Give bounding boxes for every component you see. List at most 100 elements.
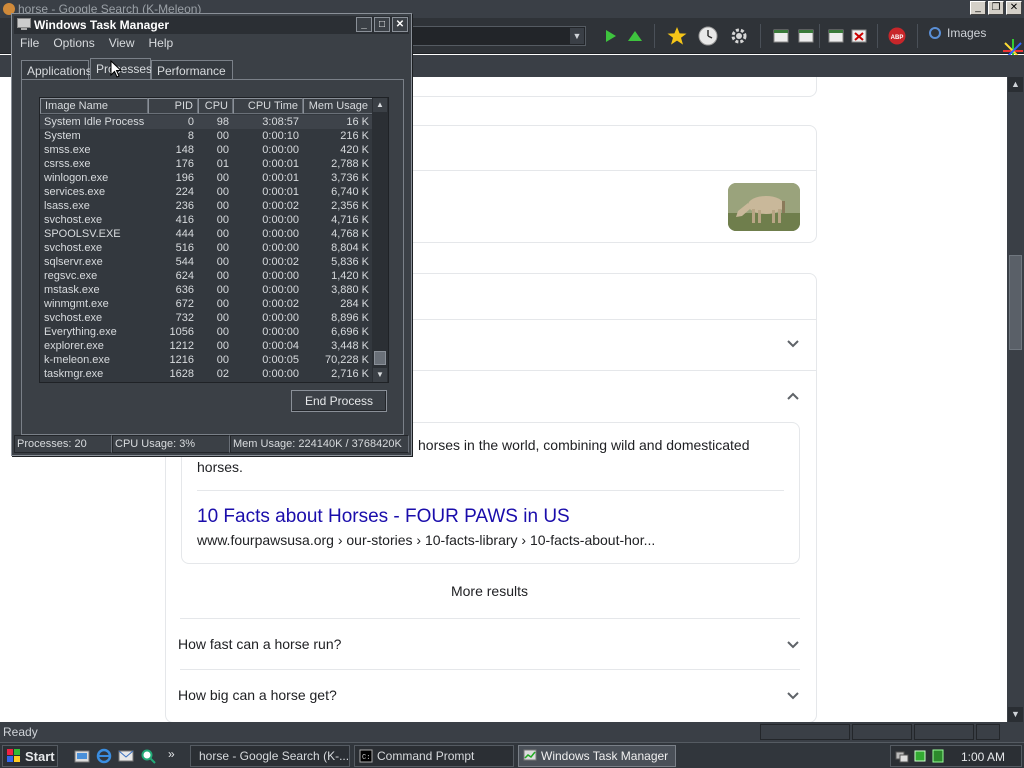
history-button[interactable]: [696, 24, 720, 48]
new-window-button[interactable]: [824, 24, 848, 48]
process-row[interactable]: explorer.exe 1212 00 0:00:04 3,448 K: [40, 339, 373, 353]
end-process-button[interactable]: End Process: [291, 390, 387, 412]
scroll-thumb[interactable]: [1009, 255, 1022, 350]
window-button-2[interactable]: [794, 24, 818, 48]
network-icon[interactable]: [895, 749, 909, 763]
tm-statusbar: Processes: 20 CPU Usage: 3% Mem Usage: 2…: [14, 435, 409, 453]
tm-maximize-button[interactable]: □: [374, 17, 390, 32]
quick-launch-more[interactable]: »: [168, 747, 175, 761]
browser-statusbar: Ready: [0, 722, 1024, 742]
process-mem-usage: 2,356 K: [331, 200, 369, 212]
scroll-down-icon[interactable]: ▼: [373, 368, 387, 382]
process-row[interactable]: taskmgr.exe 1628 02 0:00:00 2,716 K: [40, 367, 373, 381]
task-manager-window: Windows Task Manager _ □ ✕ File Options …: [11, 13, 412, 456]
close-button[interactable]: ✕: [1006, 1, 1022, 15]
scroll-up-icon[interactable]: ▲: [373, 98, 387, 112]
page-scrollbar[interactable]: ▲ ▼: [1007, 77, 1024, 722]
result-title-link[interactable]: 10 Facts about Horses - FOUR PAWS in US: [197, 506, 570, 528]
process-row[interactable]: System 8 00 0:00:10 216 K: [40, 129, 373, 143]
process-row[interactable]: k-meleon.exe 1216 00 0:00:05 70,228 K: [40, 353, 373, 367]
url-dropdown-icon[interactable]: ▼: [570, 28, 584, 44]
task-manager-titlebar[interactable]: Windows Task Manager _ □ ✕: [14, 16, 409, 34]
bookmarks-button[interactable]: [665, 24, 689, 48]
up-button[interactable]: [623, 24, 647, 48]
clock-icon: [698, 26, 718, 46]
process-row[interactable]: SPOOLSV.EXE 444 00 0:00:00 4,768 K: [40, 227, 373, 241]
horse-thumbnail[interactable]: [728, 183, 800, 231]
scroll-thumb[interactable]: [374, 351, 386, 365]
process-row[interactable]: winmgmt.exe 672 00 0:00:02 284 K: [40, 297, 373, 311]
process-row[interactable]: mstask.exe 636 00 0:00:00 3,880 K: [40, 283, 373, 297]
minimize-button[interactable]: _: [970, 1, 986, 15]
adblock-button[interactable]: ABP: [885, 24, 909, 48]
col-mem-usage[interactable]: Mem Usage: [303, 98, 373, 114]
process-row[interactable]: winlogon.exe 196 00 0:00:01 3,736 K: [40, 171, 373, 185]
scroll-down-icon[interactable]: ▼: [1008, 707, 1023, 722]
process-cpu-time: 0:00:00: [262, 228, 299, 240]
process-list[interactable]: Image Name PID CPU CPU Time Mem Usage Sy…: [39, 97, 389, 383]
start-button[interactable]: Start: [2, 745, 58, 767]
process-row[interactable]: System Idle Process 0 98 3:08:57 16 K: [40, 115, 373, 129]
question-item-speed[interactable]: How fast can a horse run?: [178, 636, 341, 652]
go-button[interactable]: [598, 24, 622, 48]
window-button-1[interactable]: [769, 24, 793, 48]
tab-applications[interactable]: Applications: [21, 60, 92, 80]
process-row[interactable]: svchost.exe 732 00 0:00:00 8,896 K: [40, 311, 373, 325]
process-row[interactable]: svchost.exe 516 00 0:00:00 8,804 K: [40, 241, 373, 255]
process-cpu: 00: [216, 172, 229, 184]
menu-options[interactable]: Options: [53, 36, 94, 50]
question-item-size[interactable]: How big can a horse get?: [178, 687, 337, 703]
menu-help[interactable]: Help: [149, 36, 174, 50]
process-pid: 236: [175, 200, 194, 212]
taskbar-item-task-manager[interactable]: Windows Task Manager: [518, 745, 676, 767]
process-mem-usage: 284 K: [340, 298, 369, 310]
process-row[interactable]: regsvc.exe 624 00 0:00:00 1,420 K: [40, 269, 373, 283]
menu-view[interactable]: View: [109, 36, 135, 50]
chevron-down-icon[interactable]: [786, 689, 800, 703]
col-pid[interactable]: PID: [148, 98, 198, 114]
scroll-up-icon[interactable]: ▲: [1008, 77, 1023, 92]
col-cpu-time[interactable]: CPU Time: [233, 98, 303, 114]
process-pid: 544: [175, 256, 194, 268]
process-cpu-time: 0:00:01: [262, 172, 299, 184]
search-icon[interactable]: [140, 748, 156, 764]
settings-button[interactable]: [727, 24, 751, 48]
restore-button[interactable]: ❐: [988, 1, 1004, 15]
process-cpu: 00: [216, 284, 229, 296]
process-row[interactable]: sqlservr.exe 544 00 0:00:02 5,836 K: [40, 255, 373, 269]
everything-tray-icon[interactable]: [931, 749, 945, 763]
process-row[interactable]: smss.exe 148 00 0:00:00 420 K: [40, 143, 373, 157]
images-button[interactable]: Images: [928, 26, 986, 40]
tm-close-button[interactable]: ✕: [392, 17, 408, 32]
more-results-link[interactable]: More results: [0, 583, 979, 599]
menu-file[interactable]: File: [20, 36, 39, 50]
show-desktop-icon[interactable]: [74, 748, 90, 764]
process-row[interactable]: Everything.exe 1056 00 0:00:00 6,696 K: [40, 325, 373, 339]
taskbar-item-command-prompt[interactable]: C: Command Prompt: [354, 745, 514, 767]
volume-icon[interactable]: [913, 749, 927, 763]
process-row[interactable]: lsass.exe 236 00 0:00:02 2,356 K: [40, 199, 373, 213]
chevron-down-icon[interactable]: [786, 638, 800, 652]
col-cpu[interactable]: CPU: [198, 98, 233, 114]
clock[interactable]: 1:00 AM: [961, 750, 1005, 764]
process-row[interactable]: services.exe 224 00 0:00:01 6,740 K: [40, 185, 373, 199]
taskmgr-icon: [523, 749, 537, 761]
process-row[interactable]: svchost.exe 416 00 0:00:00 4,716 K: [40, 213, 373, 227]
taskbar-item-browser[interactable]: horse - Google Search (K-...: [190, 745, 350, 767]
outlook-express-icon[interactable]: [118, 748, 134, 764]
process-name: lsass.exe: [44, 200, 90, 212]
internet-explorer-icon[interactable]: [96, 748, 112, 764]
close-window-button[interactable]: [847, 24, 871, 48]
url-bar[interactable]: ▼: [410, 26, 586, 46]
process-row[interactable]: csrss.exe 176 01 0:00:01 2,788 K: [40, 157, 373, 171]
chevron-down-icon[interactable]: [786, 337, 800, 351]
tab-performance[interactable]: Performance: [151, 60, 233, 80]
taskbar-item-label: horse - Google Search (K-...: [199, 749, 350, 763]
tm-minimize-button[interactable]: _: [356, 17, 372, 32]
chevron-up-icon[interactable]: [786, 389, 800, 403]
process-rows: System Idle Process 0 98 3:08:57 16 K System 8…: [40, 115, 373, 381]
process-pid: 1216: [169, 354, 194, 366]
process-list-scrollbar[interactable]: ▲ ▼: [372, 98, 388, 382]
process-cpu: 00: [216, 256, 229, 268]
col-image-name[interactable]: Image Name: [40, 98, 148, 114]
